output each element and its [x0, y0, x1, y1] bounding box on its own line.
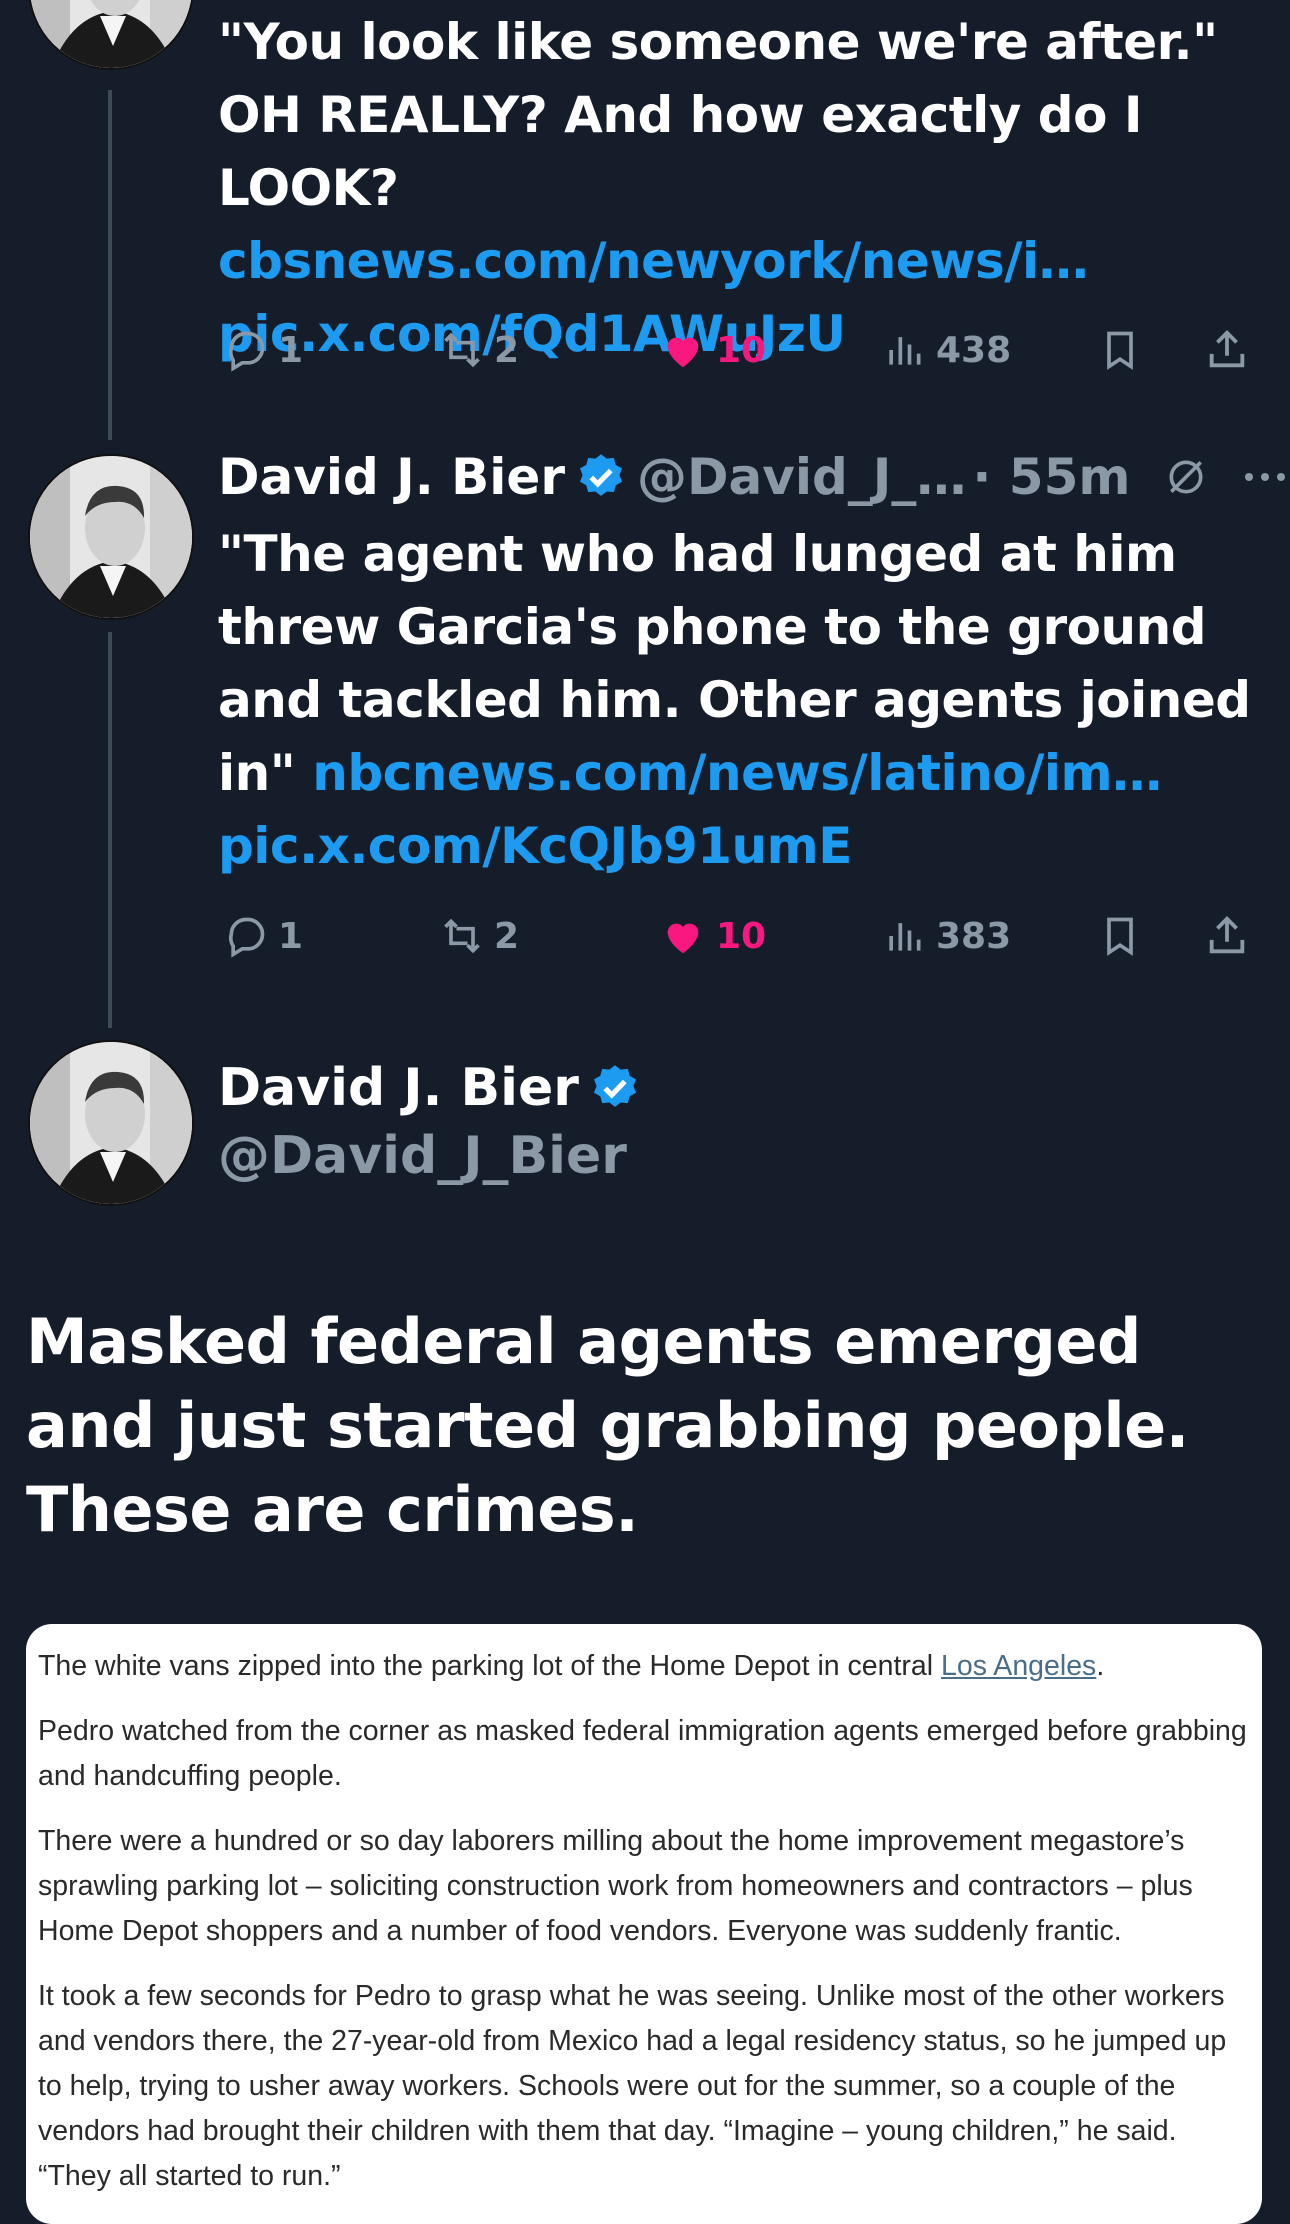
grok-icon[interactable]	[1164, 455, 1208, 499]
tweet-body: "You look like someone we're after." OH …	[218, 13, 1218, 217]
avatar[interactable]	[28, 1040, 194, 1206]
reply-icon	[228, 331, 265, 372]
tweet-link[interactable]: nbcnews.com/news/latino/im…	[312, 744, 1162, 802]
bookmark-icon	[1107, 917, 1133, 956]
bookmark-icon	[1107, 331, 1133, 370]
heart-filled-icon	[667, 337, 699, 368]
article-paragraph: Pedro watched from the corner as masked …	[38, 1715, 1247, 1792]
views-count: 383	[936, 915, 1012, 957]
thread-line	[108, 90, 112, 440]
article-text: .	[1096, 1650, 1105, 1682]
tweet-media-link[interactable]: pic.x.com/KcQJb91umE	[218, 817, 852, 875]
bookmark-button[interactable]	[1098, 320, 1152, 380]
views-button[interactable]: 383	[882, 906, 1011, 966]
repost-button[interactable]: 2	[440, 320, 519, 380]
more-icon[interactable]	[1242, 469, 1288, 485]
repost-icon	[444, 918, 480, 954]
share-icon	[1209, 916, 1245, 954]
thread-line	[108, 632, 112, 1028]
views-icon	[889, 923, 921, 951]
reply-button[interactable]: 1	[224, 906, 303, 966]
article-paragraph: It took a few seconds for Pedro to grasp…	[38, 1980, 1227, 2192]
tweet-header: David J. Bier @David_J_… · 55m	[218, 442, 1288, 512]
article-image[interactable]: The white vans zipped into the parking l…	[26, 1624, 1262, 2224]
author-name[interactable]: David J. Bier	[218, 1058, 579, 1118]
like-count: 10	[716, 329, 767, 371]
share-button[interactable]	[1204, 320, 1260, 380]
views-icon	[889, 337, 921, 365]
article-paragraph: The white vans zipped into the parking l…	[38, 1644, 1250, 1689]
verified-badge-icon[interactable]	[575, 451, 627, 503]
article-link: Los Angeles	[941, 1650, 1097, 1682]
like-count: 10	[716, 915, 767, 957]
share-button[interactable]	[1204, 906, 1260, 966]
tweet-actions: 1 2 10 438	[218, 320, 1258, 380]
views-button[interactable]: 438	[882, 320, 1011, 380]
reply-icon	[228, 917, 265, 958]
like-button[interactable]: 10	[660, 320, 766, 380]
like-button[interactable]: 10	[660, 906, 766, 966]
avatar[interactable]	[28, 454, 194, 620]
main-author-name-row: David J. Bier	[218, 1058, 641, 1118]
share-icon	[1209, 330, 1245, 368]
tweet-actions: 1 2 10 383	[218, 906, 1258, 966]
tweet-time[interactable]: · 55m	[972, 448, 1130, 506]
tweet-text: "You look like someone we're after." OH …	[218, 6, 1258, 371]
tweet-link[interactable]: cbsnews.com/newyork/news/i…	[218, 232, 1089, 290]
heart-filled-icon	[667, 923, 699, 954]
repost-count: 2	[494, 915, 520, 957]
author-handle[interactable]: @David_J_Bier	[218, 1126, 627, 1186]
views-count: 438	[936, 329, 1012, 371]
reply-count: 1	[278, 915, 304, 957]
verified-badge-icon[interactable]	[589, 1062, 641, 1114]
repost-count: 2	[494, 329, 520, 371]
author-handle[interactable]: @David_J_…	[637, 448, 966, 506]
article-paragraph: There were a hundred or so day laborers …	[38, 1825, 1193, 1947]
main-tweet-text: Masked federal agents emerged and just s…	[26, 1305, 1189, 1546]
repost-icon	[444, 332, 480, 368]
repost-button[interactable]: 2	[440, 906, 519, 966]
tweet-text: "The agent who had lunged at him threw G…	[218, 518, 1258, 883]
bookmark-button[interactable]	[1098, 906, 1152, 966]
avatar[interactable]	[28, 0, 194, 70]
author-name[interactable]: David J. Bier	[218, 448, 565, 506]
reply-count: 1	[278, 329, 304, 371]
reply-button[interactable]: 1	[224, 320, 303, 380]
article-text: The white vans zipped into the parking l…	[38, 1650, 942, 1682]
